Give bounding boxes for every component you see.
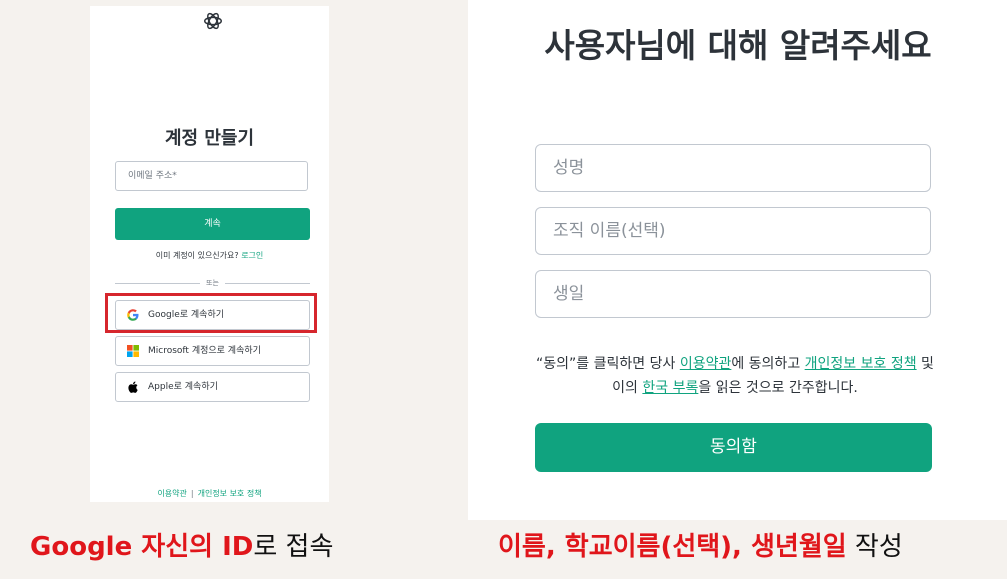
footer-links: 이용약관 | 개인정보 보호 정책 [90,488,329,499]
page-title: 사용자님에 대해 알려주세요 [544,26,932,65]
privacy-link[interactable]: 개인정보 보호 정책 [198,489,262,498]
microsoft-continue-button[interactable]: Microsoft 계정으로 계속하기 [115,336,310,366]
continue-button[interactable]: 계속 [115,208,310,240]
or-divider: 또는 [115,277,310,289]
apple-button-label: Apple로 계속하기 [148,382,218,392]
footer-separator: | [190,489,194,498]
left-caption: Google 자신의 ID로 접속 [30,530,333,564]
terms-link[interactable]: 이용약관 [680,356,732,372]
caption-text: 작성 [846,532,903,562]
about-you-card: 사용자님에 대해 알려주세요 성명 조직 이름(선택) 생일 “동의”를 클릭하… [468,0,1007,520]
agree-button[interactable]: 동의함 [535,423,932,472]
have-account-row: 이미 계정이 있으신가요? 로그인 [90,250,329,261]
signup-card: 계정 만들기 이메일 주소* 계속 이미 계정이 있으신가요? 로그인 또는 G… [90,6,329,502]
openai-logo-icon [204,12,222,30]
caption-highlight: Google 자신의 ID [30,532,254,562]
consent-text: “동의”를 클릭하면 당사 이용약관에 동의하고 개인정보 보호 정책 및 이의… [535,352,935,400]
microsoft-button-label: Microsoft 계정으로 계속하기 [148,346,261,356]
microsoft-icon [127,345,139,357]
caption-text: 로 접속 [253,532,334,562]
korea-addendum-link[interactable]: 한국 부록 [642,380,698,396]
organization-field[interactable]: 조직 이름(선택) [535,207,931,255]
consent-part: 을 읽은 것으로 간주합니다. [698,380,858,396]
page-title: 계정 만들기 [164,128,255,149]
birthday-field[interactable]: 생일 [535,270,931,318]
apple-continue-button[interactable]: Apple로 계속하기 [115,372,310,402]
email-field[interactable]: 이메일 주소* [115,161,308,191]
consent-part: 에 동의하고 [731,356,805,372]
terms-link[interactable]: 이용약관 [157,489,186,498]
full-name-field[interactable]: 성명 [535,144,931,192]
apple-icon [128,381,138,393]
caption-highlight: 이름, 학교이름(선택), 생년월일 [498,532,847,562]
divider-line [225,283,310,284]
privacy-link[interactable]: 개인정보 보호 정책 [805,356,917,372]
consent-part: “동의”를 클릭하면 당사 [536,356,680,372]
highlight-box [105,293,317,333]
have-account-text: 이미 계정이 있으신가요? [155,251,239,260]
right-caption: 이름, 학교이름(선택), 생년월일 작성 [498,530,903,564]
login-link[interactable]: 로그인 [241,251,263,260]
